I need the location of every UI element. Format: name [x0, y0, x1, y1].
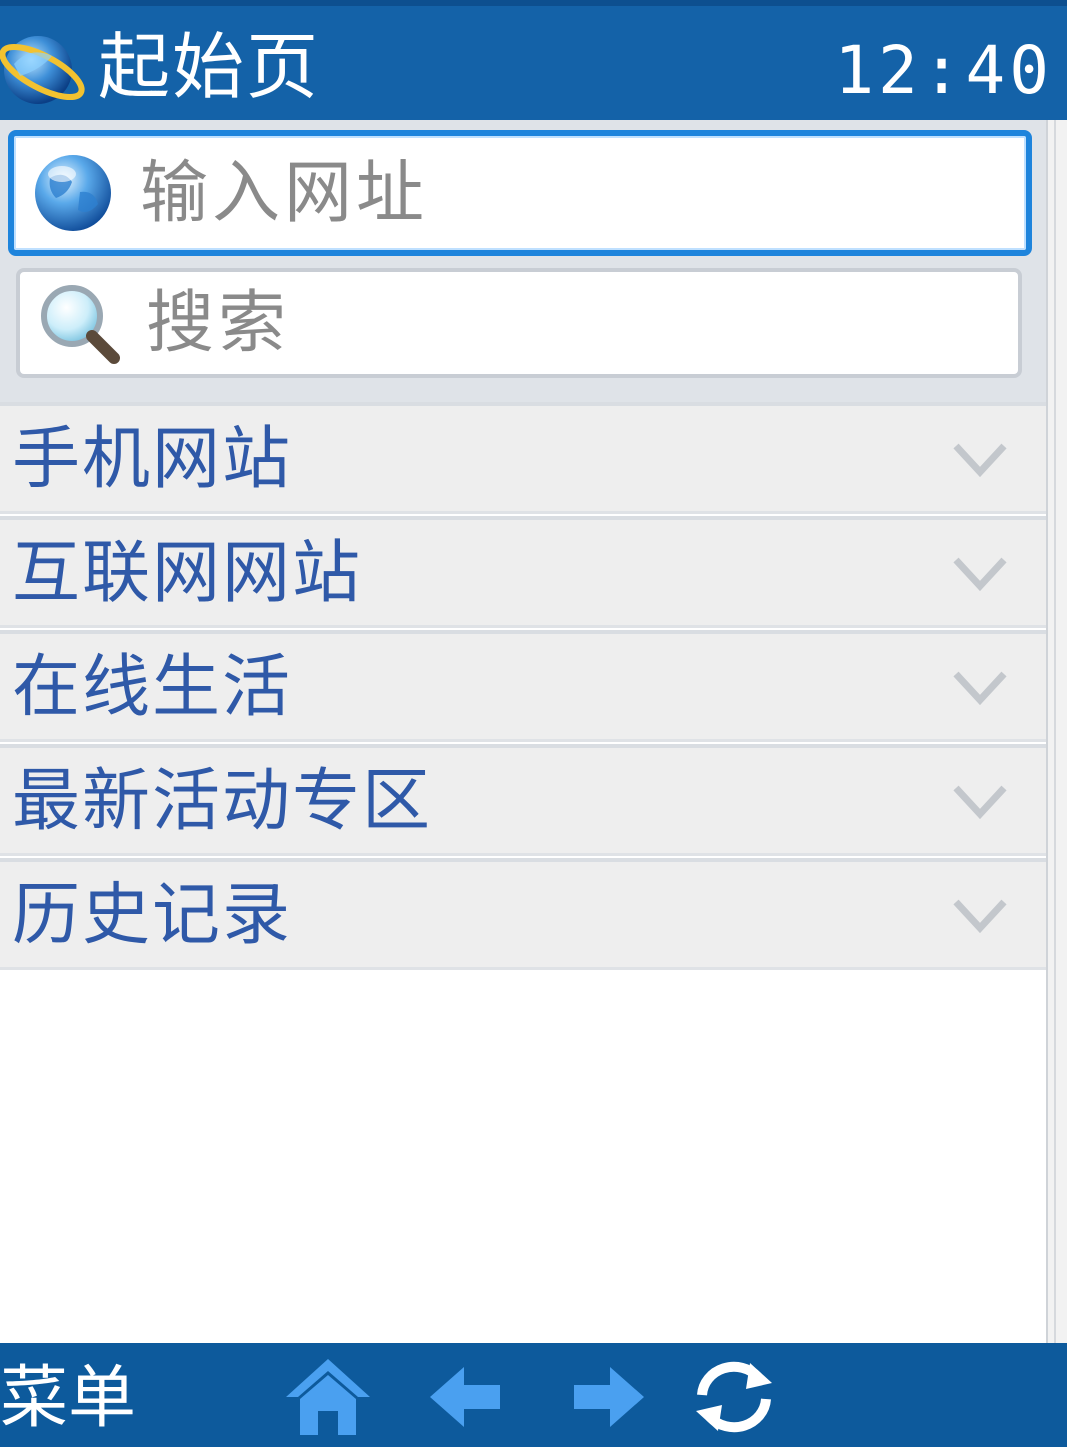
section-latest-events[interactable]: 最新活动专区	[0, 744, 1046, 856]
title-bar: 起始页 12:40	[0, 0, 1067, 120]
home-button[interactable]	[282, 1357, 374, 1437]
search-input[interactable]	[146, 283, 946, 363]
section-label: 历史记录	[12, 876, 293, 955]
section-mobile-sites[interactable]: 手机网站	[0, 402, 1046, 514]
page-title: 起始页	[98, 25, 321, 109]
content-area: 手机网站 互联网网站 在线生活 最新活动专区 历史记录	[0, 120, 1046, 1343]
address-bar[interactable]	[8, 130, 1032, 256]
url-input[interactable]	[140, 153, 940, 233]
section-online-life[interactable]: 在线生活	[0, 630, 1046, 742]
section-history[interactable]: 历史记录	[0, 858, 1046, 970]
scrollbar-track	[1054, 120, 1056, 1343]
section-label: 在线生活	[12, 648, 293, 727]
back-button[interactable]	[426, 1357, 518, 1437]
clock: 12:40	[834, 32, 1053, 109]
refresh-icon	[696, 1361, 772, 1433]
bottom-toolbar: 菜单	[0, 1343, 1067, 1447]
menu-button[interactable]: 菜单	[0, 1359, 136, 1439]
chevron-down-icon	[953, 671, 1007, 706]
globe-icon	[35, 155, 111, 231]
refresh-button[interactable]	[688, 1357, 780, 1437]
chevron-down-icon	[953, 443, 1007, 478]
search-area	[0, 120, 1046, 402]
forward-button[interactable]	[556, 1357, 648, 1437]
scrollbar[interactable]	[1046, 120, 1067, 1343]
section-label: 最新活动专区	[12, 762, 433, 841]
browser-globe-icon	[0, 36, 85, 104]
section-label: 手机网站	[12, 420, 293, 499]
search-bar[interactable]	[16, 268, 1022, 378]
chevron-down-icon	[953, 785, 1007, 820]
section-label: 互联网网站	[12, 534, 363, 613]
back-arrow-icon	[430, 1367, 500, 1427]
section-list: 手机网站 互联网网站 在线生活 最新活动专区 历史记录	[0, 402, 1046, 972]
chevron-down-icon	[953, 557, 1007, 592]
chevron-down-icon	[953, 899, 1007, 934]
magnifier-icon	[41, 285, 120, 364]
section-internet-sites[interactable]: 互联网网站	[0, 516, 1046, 628]
forward-arrow-icon	[574, 1367, 644, 1427]
home-icon	[286, 1359, 370, 1435]
